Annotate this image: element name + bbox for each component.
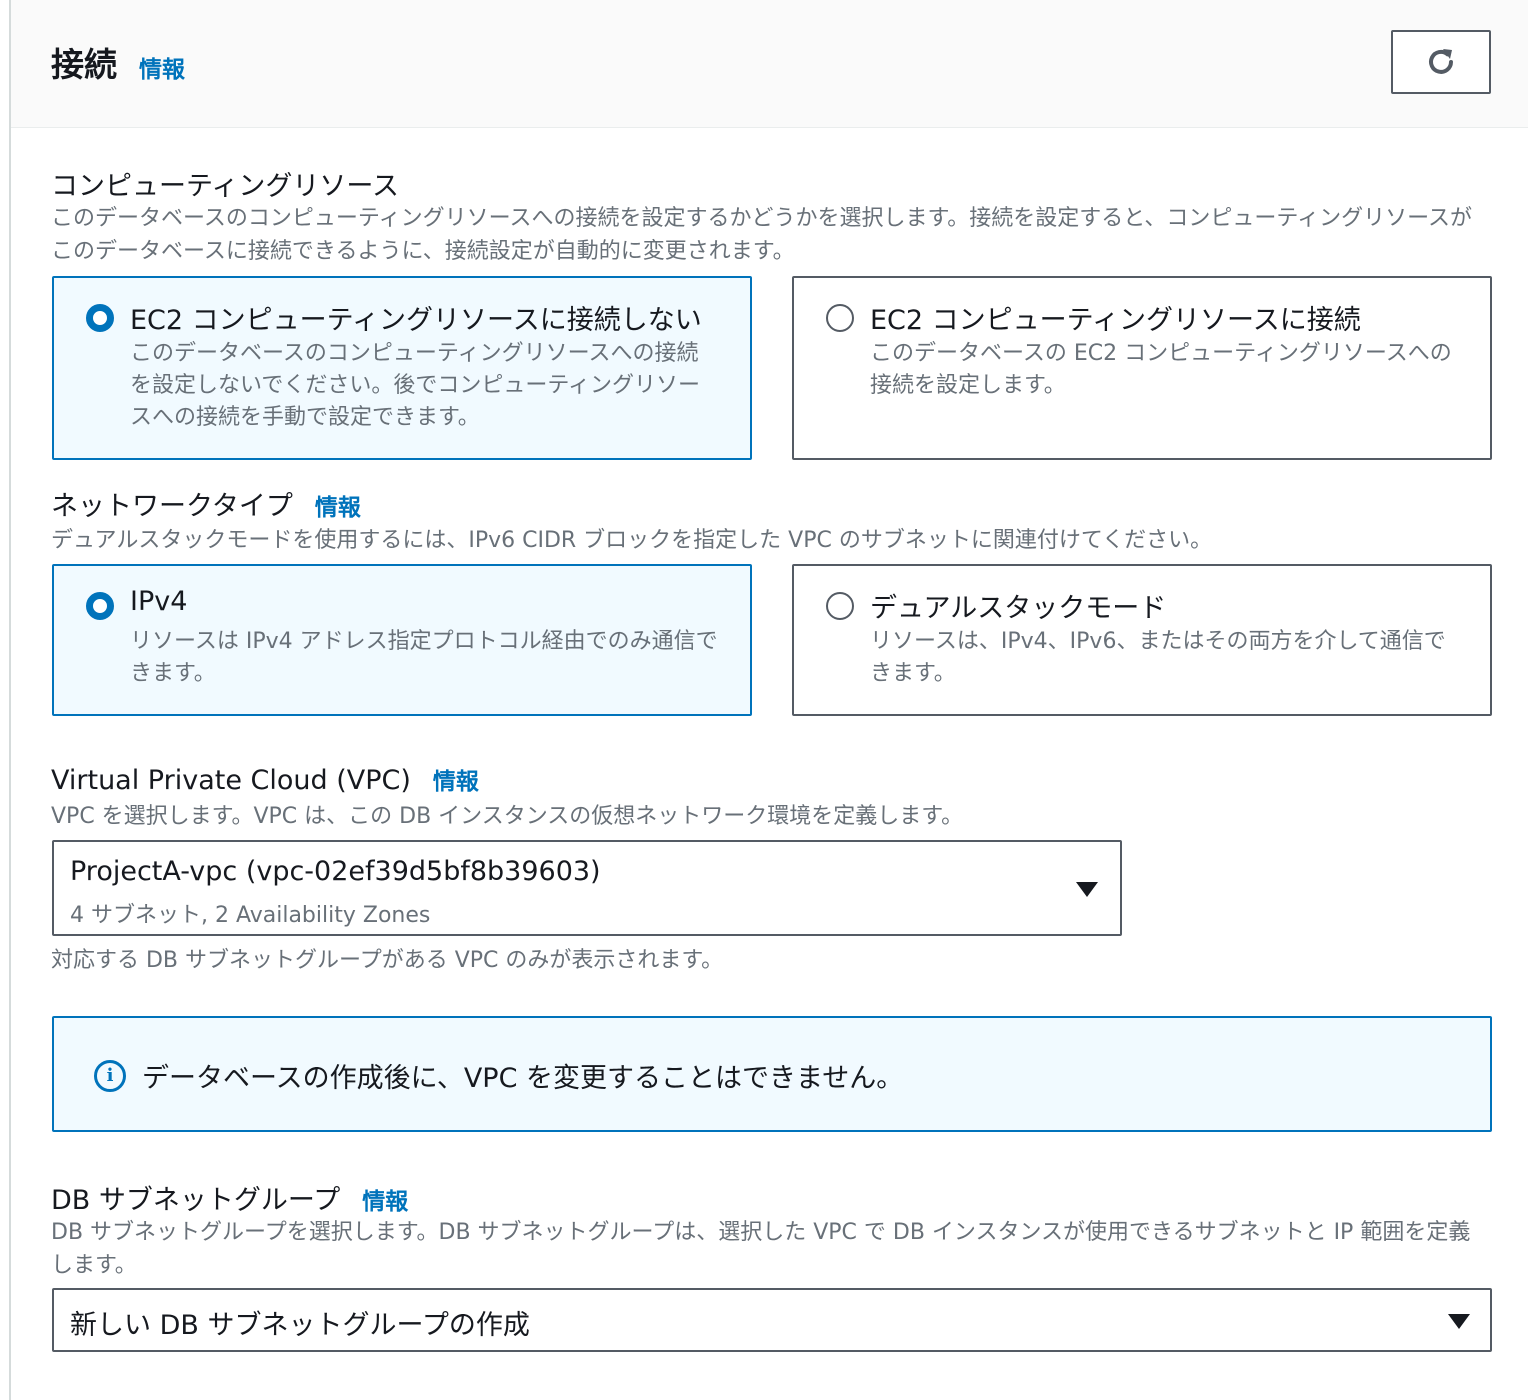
chevron-down-icon	[1448, 1314, 1470, 1329]
option-title: IPv4	[130, 586, 188, 617]
network-type-label-text: ネットワークタイプ	[51, 491, 293, 522]
vpc-select-value: ProjectA-vpc (vpc-02ef39d5bf8b39603)	[70, 856, 601, 887]
option-title: EC2 コンピューティングリソースに接続しない	[130, 305, 702, 336]
option-dual-stack[interactable]: デュアルスタックモード リソースは、IPv4、IPv6、またはその両方を介して通…	[792, 564, 1492, 716]
info-alert: i データベースの作成後に、VPC を変更することはできません。	[52, 1016, 1492, 1132]
option-description: リソースは、IPv4、IPv6、またはその両方を介して通信できます。	[870, 629, 1446, 686]
compute-resource-label: コンピューティングリソース	[51, 171, 400, 202]
option-title: デュアルスタックモード	[870, 593, 1167, 624]
chevron-down-icon	[1076, 882, 1098, 897]
page-title: 接続	[51, 45, 117, 84]
option-ec2-connect[interactable]: EC2 コンピューティングリソースに接続 このデータベースの EC2 コンピュー…	[792, 276, 1492, 460]
radio-dual-stack[interactable]	[826, 592, 854, 620]
connectivity-panel: 接続 情報 コンピューティングリソース このデータベースのコンピューティングリソ…	[9, 0, 1528, 1400]
option-ipv4[interactable]: IPv4 リソースは IPv4 アドレス指定プロトコル経由でのみ通信できます。	[52, 564, 752, 716]
refresh-icon	[1429, 49, 1453, 74]
vpc-label: Virtual Private Cloud (VPC) 情報	[51, 762, 479, 796]
radio-ipv4[interactable]	[86, 592, 114, 620]
network-type-info-link[interactable]: 情報	[315, 495, 361, 521]
db-subnet-group-select[interactable]: 新しい DB サブネットグループの作成	[52, 1288, 1492, 1352]
info-icon: i	[94, 1060, 126, 1092]
option-description: リソースは IPv4 アドレス指定プロトコル経由でのみ通信できます。	[130, 629, 718, 686]
db-subnet-group-info-link[interactable]: 情報	[362, 1189, 408, 1215]
network-type-label: ネットワークタイプ 情報	[51, 484, 361, 523]
vpc-label-text: Virtual Private Cloud (VPC)	[51, 765, 411, 796]
db-subnet-group-select-value: 新しい DB サブネットグループの作成	[70, 1310, 530, 1341]
db-subnet-group-label-text: DB サブネットグループ	[51, 1185, 341, 1216]
option-description: このデータベースのコンピューティングリソースへの接続を設定しないでください。後で…	[130, 341, 701, 430]
vpc-description: VPC を選択します。VPC は、この DB インスタンスの仮想ネットワーク環境…	[51, 804, 964, 829]
panel-header: 接続 情報	[11, 0, 1528, 128]
radio-ec2-connect[interactable]	[826, 304, 854, 332]
option-title: EC2 コンピューティングリソースに接続	[870, 305, 1361, 336]
option-no-ec2-connect[interactable]: EC2 コンピューティングリソースに接続しない このデータベースのコンピューティ…	[52, 276, 752, 460]
network-type-description: デュアルスタックモードを使用するには、IPv6 CIDR ブロックを指定した V…	[51, 528, 1213, 553]
compute-resource-description: このデータベースのコンピューティングリソースへの接続を設定するかどうかを選択しま…	[51, 206, 1472, 264]
db-subnet-group-label: DB サブネットグループ 情報	[51, 1178, 408, 1217]
db-subnet-group-description: DB サブネットグループを選択します。DB サブネットグループは、選択した VP…	[51, 1220, 1471, 1278]
header-info-link[interactable]: 情報	[139, 50, 185, 84]
vpc-info-link[interactable]: 情報	[433, 769, 479, 795]
vpc-select-subtext: 4 サブネット, 2 Availability Zones	[70, 903, 431, 928]
vpc-select[interactable]: ProjectA-vpc (vpc-02ef39d5bf8b39603) 4 サ…	[52, 840, 1122, 936]
refresh-button[interactable]	[1391, 30, 1491, 94]
alert-text: データベースの作成後に、VPC を変更することはできません。	[142, 1063, 904, 1094]
vpc-hint: 対応する DB サブネットグループがある VPC のみが表示されます。	[51, 948, 724, 973]
radio-no-ec2-connect[interactable]	[86, 304, 114, 332]
option-description: このデータベースの EC2 コンピューティングリソースへの接続を設定します。	[870, 341, 1452, 398]
